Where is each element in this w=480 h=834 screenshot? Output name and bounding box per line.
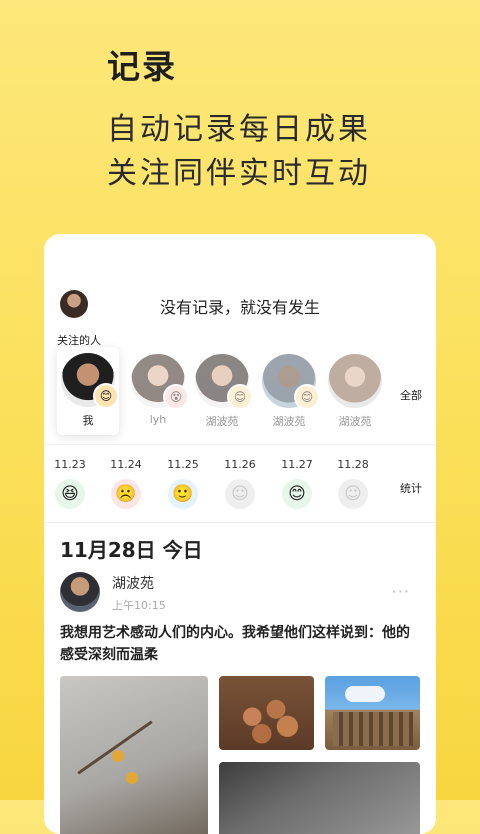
divider <box>44 444 436 445</box>
friend-item-4[interactable]: 湖波苑 <box>325 354 385 429</box>
avatar: 😊 <box>262 354 320 410</box>
promo-line-1: 自动记录每日成果 <box>107 112 371 147</box>
smile-icon: 😊 <box>227 384 253 410</box>
post-photo[interactable] <box>325 676 420 750</box>
day-date: 11.28 <box>337 458 369 471</box>
smile-icon: 😊 <box>93 383 119 409</box>
cloud-shape <box>345 686 385 702</box>
day-item-1126[interactable]: 11.26 ☺ <box>220 458 260 509</box>
promo-title: 记录 <box>107 47 177 86</box>
smile-icon: 😊 <box>294 384 320 410</box>
laughing-face-icon: 😆 <box>55 479 85 509</box>
more-options-icon[interactable]: ··· <box>392 582 410 601</box>
flower-shape <box>112 750 124 762</box>
friend-item-me[interactable]: 😊 我 <box>57 347 119 435</box>
post-photo[interactable] <box>219 676 314 750</box>
friend-item-3[interactable]: 😊 湖波苑 <box>259 354 320 429</box>
day-item-1128[interactable]: 11.28 ☺ <box>333 458 373 509</box>
friend-item-lyh[interactable]: 😵 lyh <box>128 354 189 426</box>
app-preview-card: 没有记录，就没有发生 关注的人 全部 😊 我 😵 lyh 😊 湖波苑 😊 湖波苑… <box>44 234 436 834</box>
friend-name: lyh <box>149 413 167 426</box>
post-photo[interactable] <box>60 676 208 834</box>
day-date: 11.26 <box>224 458 256 471</box>
add-mood-icon: ☺ <box>338 479 368 509</box>
all-following-link[interactable]: 全部 <box>400 387 422 403</box>
post-time: 上午10:15 <box>112 599 166 612</box>
friend-name: 湖波苑 <box>205 415 239 428</box>
day-date: 11.24 <box>110 458 142 471</box>
dizzy-face-icon: 😵 <box>163 384 189 410</box>
avatar <box>328 354 382 408</box>
flower-shape <box>126 772 138 784</box>
header-title: 没有记录，就没有发生 <box>159 298 320 317</box>
avatar: 😊 <box>195 354 253 410</box>
day-item-1123[interactable]: 11.23 😆 <box>50 458 90 509</box>
post-author[interactable]: 湖波苑 <box>112 573 154 593</box>
building-shape <box>333 712 413 746</box>
avatar[interactable] <box>60 572 100 612</box>
day-date: 11.23 <box>54 458 86 471</box>
stats-link[interactable]: 统计 <box>400 480 422 496</box>
promo-line-2: 关注同伴实时互动 <box>107 156 371 191</box>
friend-name: 湖波苑 <box>338 415 372 428</box>
feed-date-heading: 11月28日 今日 <box>60 538 203 562</box>
slight-smile-icon: 🙂 <box>168 479 198 509</box>
friend-name: 我 <box>82 414 94 427</box>
day-item-1124[interactable]: 11.24 ☹️ <box>106 458 146 509</box>
frown-face-icon: ☹️ <box>111 479 141 509</box>
following-label: 关注的人 <box>57 334 101 347</box>
post-photo[interactable] <box>219 762 420 834</box>
post-text: 我想用艺术感动人们的内心。我希望他们这样说到：他的感受深刻而温柔 <box>60 625 410 663</box>
friend-name: 湖波苑 <box>272 415 306 428</box>
avatar: 😊 <box>61 353 119 409</box>
day-date: 11.27 <box>281 458 313 471</box>
day-date: 11.25 <box>167 458 199 471</box>
divider <box>44 522 436 523</box>
avatar: 😵 <box>131 354 189 410</box>
friend-item-2[interactable]: 😊 湖波苑 <box>192 354 253 429</box>
add-mood-icon: ☺ <box>225 479 255 509</box>
branch-shape <box>77 720 153 775</box>
day-item-1127[interactable]: 11.27 😊 <box>277 458 317 509</box>
day-item-1125[interactable]: 11.25 🙂 <box>163 458 203 509</box>
smile-icon: 😊 <box>282 479 312 509</box>
